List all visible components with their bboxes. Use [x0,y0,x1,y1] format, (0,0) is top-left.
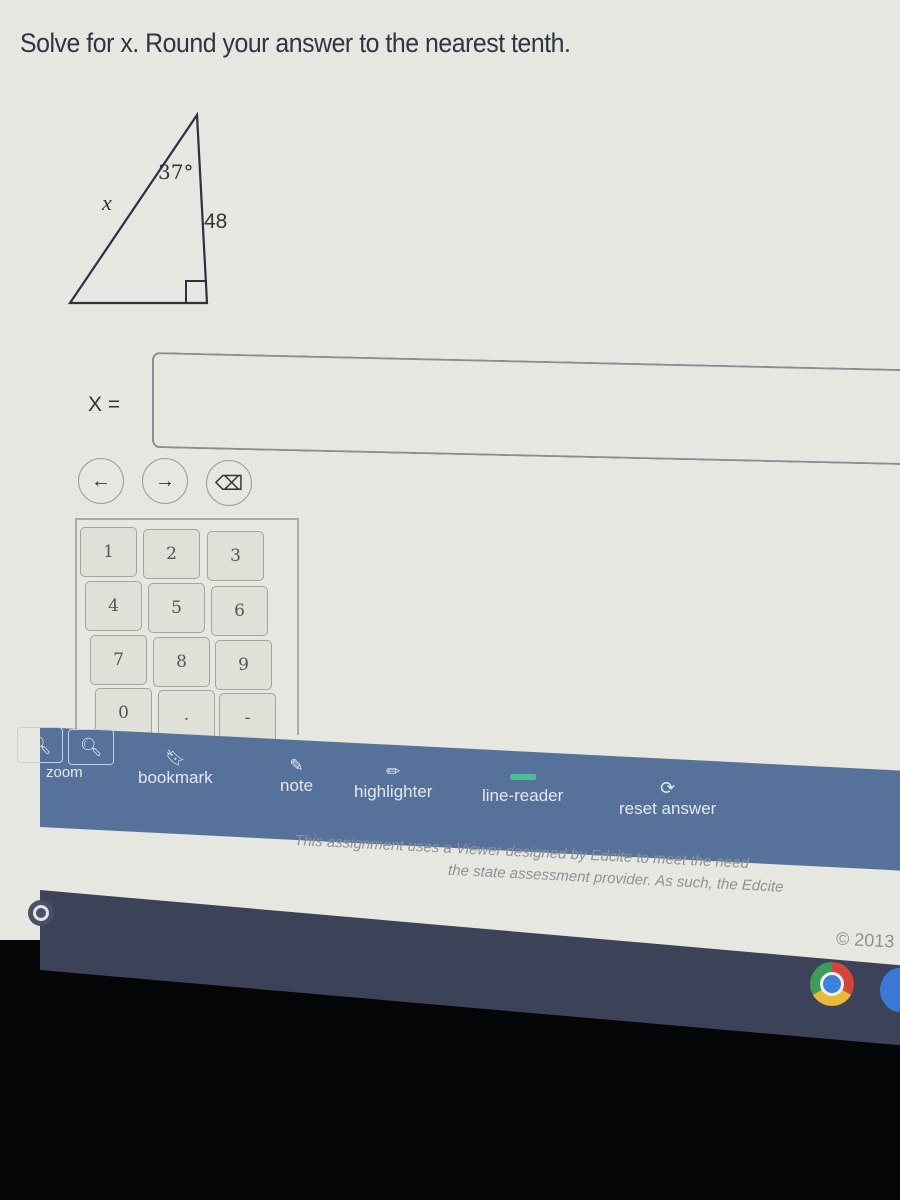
zoom-out-icon: 🔍︎ [28,734,52,755]
highlighter-icon: ✏ [386,762,401,781]
chrome-app-icon[interactable] [810,962,854,1006]
key-2[interactable]: 2 [143,529,200,579]
line-reader-label: line-reader [482,786,564,805]
refresh-icon: ⟳ [660,778,676,798]
zoom-out-button[interactable]: 🔍︎ [17,727,63,763]
triangle-figure [67,111,209,305]
zoom-in-icon: 🔍︎ [79,736,103,757]
key-negative[interactable]: - [219,693,276,743]
chrome-center [820,972,844,996]
note-button[interactable]: ✎ note [280,756,313,796]
hypotenuse-label: x [102,190,112,215]
key-8[interactable]: 8 [153,637,210,687]
launcher-button[interactable] [28,900,54,926]
highlighter-label: highlighter [354,782,433,801]
answer-label: X = [88,393,121,416]
backspace-icon: ⌫ [214,472,244,495]
zoom-label: zoom [46,764,83,781]
screen: Solve for x. Round your answer to the ne… [0,0,900,985]
arrow-right-icon: → [155,469,175,492]
reset-answer-label: reset answer [619,799,717,818]
key-3[interactable]: 3 [207,531,264,581]
zoom-in-button[interactable]: 🔍︎ [68,729,114,765]
note-label: note [280,776,314,795]
key-5[interactable]: 5 [148,583,205,633]
key-9[interactable]: 9 [215,640,272,690]
highlighter-button[interactable]: ✏ highlighter [354,762,432,802]
note-icon: ✎ [289,756,304,775]
launcher-icon [33,905,49,921]
arrow-left-icon: ← [91,469,111,492]
line-reader-icon [509,774,536,780]
line-reader-button[interactable]: line-reader [482,774,563,806]
bookmark-icon: 🔖︎ [165,750,186,767]
bookmark-button[interactable]: 🔖︎ bookmark [138,748,213,788]
triangle-shape [67,111,209,305]
key-1[interactable]: 1 [80,527,137,577]
side-length-label: 48 [204,210,228,233]
key-6[interactable]: 6 [211,586,268,636]
question-prompt: Solve for x. Round your answer to the ne… [20,28,571,58]
zoom-tool: zoom [46,764,83,781]
cursor-left-button[interactable]: ← [78,458,124,504]
reset-answer-button[interactable]: ⟳ reset answer [619,778,716,819]
answer-input[interactable] [152,352,900,466]
backspace-button[interactable]: ⌫ [206,460,252,506]
right-angle-marker [185,280,207,303]
key-4[interactable]: 4 [85,581,142,631]
copyright: © 2013 [835,928,895,952]
key-7[interactable]: 7 [90,635,147,685]
cursor-right-button[interactable]: → [142,458,188,504]
angle-label: 37° [158,160,194,184]
bookmark-label: bookmark [138,768,213,787]
